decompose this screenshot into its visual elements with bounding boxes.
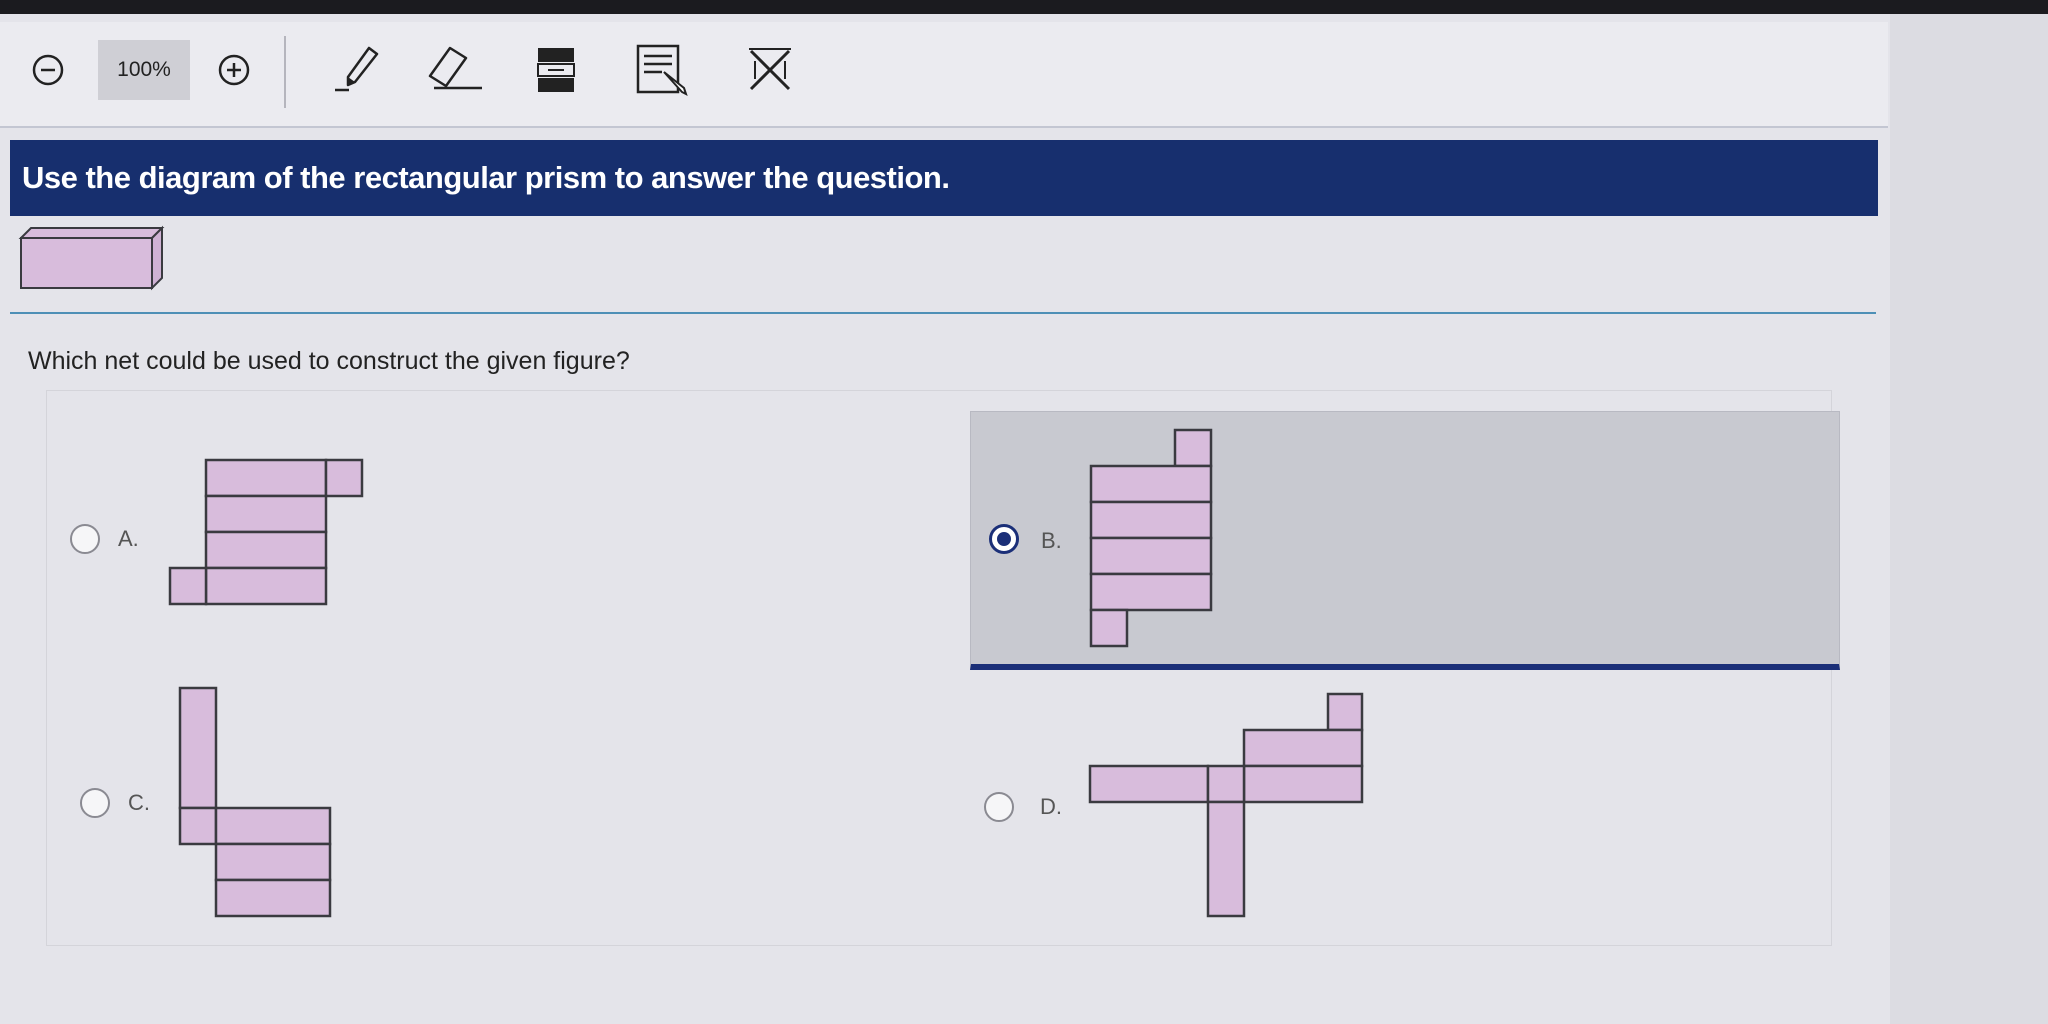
radio-option-c[interactable]: [80, 788, 110, 818]
toolbar: 100%: [0, 22, 1888, 128]
notepad-icon: [636, 44, 688, 96]
answer-option-b[interactable]: B.: [970, 411, 1840, 670]
question-prompt: Which net could be used to construct the…: [28, 347, 630, 375]
highlighter-button[interactable]: [330, 40, 386, 100]
net-b-diagram: [1089, 428, 1213, 648]
line-reader-icon: [537, 48, 575, 92]
radio-option-b[interactable]: [989, 524, 1019, 554]
net-c-diagram: [178, 686, 332, 918]
answer-option-d[interactable]: D.: [970, 690, 1830, 924]
zoom-in-icon: [218, 54, 250, 86]
zoom-in-button[interactable]: [212, 40, 256, 100]
answer-option-a[interactable]: A.: [66, 452, 926, 622]
rectangular-prism-figure: [18, 225, 165, 291]
highlighter-pen-icon: [335, 46, 379, 92]
line-reader-button[interactable]: [528, 40, 584, 100]
screen-bezel: [0, 0, 2048, 14]
zoom-out-icon: [32, 54, 64, 86]
radio-option-d[interactable]: [984, 792, 1014, 822]
option-label-d: D.: [1040, 794, 1062, 819]
right-margin: [1890, 14, 2048, 1024]
answer-eliminator-icon: [749, 48, 791, 91]
option-label-c: C.: [128, 790, 150, 815]
answer-option-c[interactable]: C.: [66, 682, 926, 922]
option-label-b: B.: [1041, 528, 1062, 553]
notepad-button[interactable]: [630, 40, 694, 100]
question-header: Use the diagram of the rectangular prism…: [10, 140, 1878, 216]
zoom-level: 100%: [98, 40, 190, 100]
answer-eliminator-button[interactable]: [740, 40, 800, 100]
eraser-icon: [428, 46, 482, 90]
zoom-out-button[interactable]: [26, 40, 70, 100]
radio-option-a[interactable]: [70, 524, 100, 554]
eraser-button[interactable]: [418, 40, 488, 100]
net-d-diagram: [1088, 692, 1364, 918]
question-divider: [10, 312, 1876, 314]
net-a-diagram: [168, 458, 364, 606]
toolbar-separator: [284, 36, 286, 108]
test-panel: 100% Use the diagram of the rectangular …: [0, 14, 1890, 1024]
option-label-a: A.: [118, 526, 139, 551]
